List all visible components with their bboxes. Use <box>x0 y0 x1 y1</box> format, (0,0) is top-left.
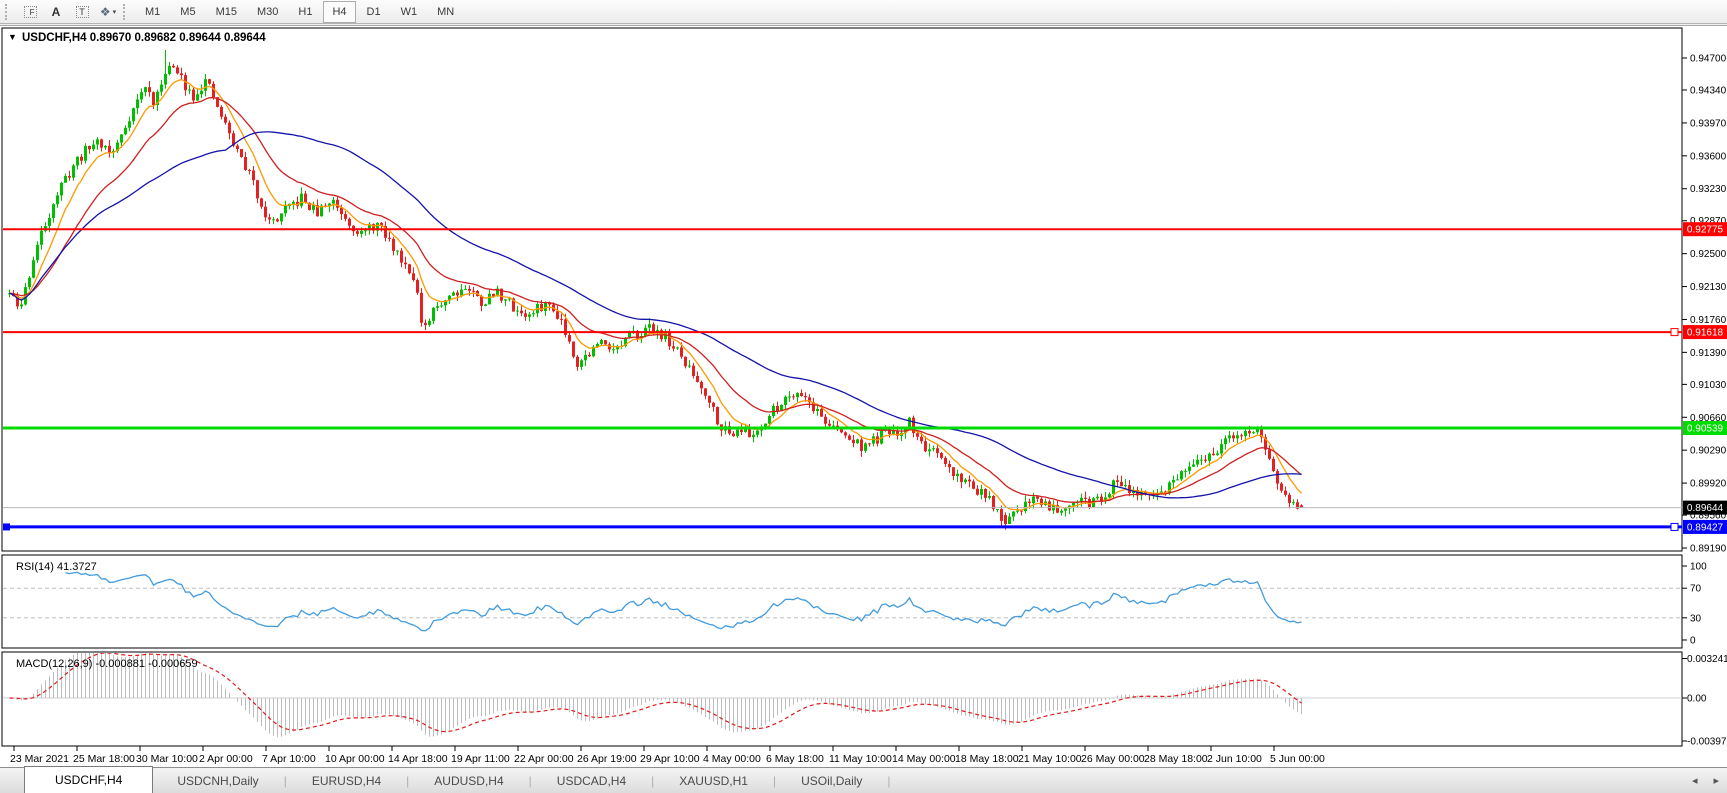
price-tick-label: 0.90290 <box>1690 446 1727 457</box>
date-tick-label: 26 Apr 19:00 <box>577 753 637 765</box>
rsi-tick-label: 30 <box>1690 613 1702 624</box>
macd-tick-label: -0.003976 <box>1687 737 1727 748</box>
hline-support-blue-handle[interactable] <box>1671 523 1678 530</box>
date-tick-label: 19 Apr 11:00 <box>451 753 510 765</box>
tab-usdcnh-daily[interactable]: USDCNH,Daily <box>153 770 282 792</box>
price-flag-current-label: 0.89644 <box>1687 503 1724 514</box>
chart-canvas[interactable]: 0.947000.943400.939700.936000.932300.928… <box>0 0 1727 793</box>
price-tick-label: 0.89920 <box>1690 479 1727 490</box>
price-tick-label: 0.92130 <box>1690 282 1727 293</box>
tab-usdchf-h4[interactable]: USDCHF,H4 <box>24 766 153 793</box>
date-tick-label: 23 Mar 2021 <box>10 753 69 765</box>
tab-separator: | <box>406 774 409 788</box>
tab-eurusd-h4[interactable]: EURUSD,H4 <box>288 770 405 792</box>
tab-scroll-right-icon[interactable]: ▸ <box>1713 774 1719 787</box>
date-tick-label: 11 May 10:00 <box>829 753 892 765</box>
price-flag-resistance-2-label: 0.91618 <box>1687 328 1724 339</box>
tab-separator: | <box>284 774 287 788</box>
price-tick-label: 0.93600 <box>1690 151 1727 162</box>
macd-label: MACD(12,26,9) -0.000881 -0.000659 <box>16 658 198 670</box>
date-tick-label: 7 Apr 10:00 <box>262 753 316 765</box>
tab-usoil-daily[interactable]: USOil,Daily <box>777 770 886 792</box>
rsi-tick-label: 70 <box>1690 584 1702 595</box>
tab-separator: | <box>651 774 654 788</box>
date-tick-label: 5 Jun 00:00 <box>1270 753 1325 765</box>
tab-scroll-arrows: ◂▸ <box>1692 774 1719 787</box>
price-tick-label: 0.91760 <box>1690 315 1727 326</box>
rsi-tick-label: 0 <box>1690 636 1696 647</box>
chart-collapse-icon[interactable]: ▼ <box>8 32 17 42</box>
date-tick-label: 22 Apr 00:00 <box>514 753 574 765</box>
tab-separator: | <box>887 774 890 788</box>
tab-scroll-left-icon[interactable]: ◂ <box>1692 774 1698 787</box>
price-tick-label: 0.94340 <box>1690 86 1727 97</box>
price-tick-label: 0.93970 <box>1690 118 1727 129</box>
tab-usdcad-h4[interactable]: USDCAD,H4 <box>533 770 650 792</box>
date-tick-label: 2 Jun 10:00 <box>1207 753 1262 765</box>
date-tick-label: 21 May 10:00 <box>1018 753 1082 765</box>
date-tick-label: 14 Apr 18:00 <box>388 753 448 765</box>
tab-separator: | <box>773 774 776 788</box>
chart-tabbar: USDCHF,H4USDCNH,Daily|EURUSD,H4|AUDUSD,H… <box>0 767 1727 793</box>
price-flag-support-blue-label: 0.89427 <box>1687 522 1724 533</box>
date-tick-label: 28 May 18:00 <box>1144 753 1208 765</box>
price-flag-support-green-label: 0.90539 <box>1687 424 1724 435</box>
date-tick-label: 25 Mar 18:00 <box>73 753 135 765</box>
hline-support-blue-anchor[interactable] <box>3 523 10 530</box>
chart-title: USDCHF,H4 0.89670 0.89682 0.89644 0.8964… <box>22 32 266 44</box>
price-tick-label: 0.89190 <box>1690 544 1727 555</box>
price-tick-label: 0.91390 <box>1690 348 1727 359</box>
date-tick-label: 4 May 00:00 <box>703 753 761 765</box>
date-tick-label: 14 May 00:00 <box>892 753 956 765</box>
tab-xauusd-h1[interactable]: XAUUSD,H1 <box>655 770 772 792</box>
date-tick-label: 10 Apr 00:00 <box>325 753 385 765</box>
rsi-label: RSI(14) 41.3727 <box>16 561 97 573</box>
date-tick-label: 2 Apr 00:00 <box>199 753 253 765</box>
pane-price[interactable] <box>2 28 1682 551</box>
tab-audusd-h4[interactable]: AUDUSD,H4 <box>410 770 527 792</box>
date-tick-label: 26 May 00:00 <box>1081 753 1145 765</box>
macd-tick-label: 0.00 <box>1687 694 1707 705</box>
price-tick-label: 0.92500 <box>1690 249 1727 260</box>
price-flag-resistance-1-label: 0.92775 <box>1687 225 1724 236</box>
price-tick-label: 0.91030 <box>1690 380 1727 391</box>
rsi-tick-label: 100 <box>1690 562 1707 573</box>
price-tick-label: 0.94700 <box>1690 54 1727 65</box>
date-tick-label: 6 May 18:00 <box>766 753 824 765</box>
pane-rsi[interactable] <box>2 555 1682 648</box>
date-tick-label: 29 Apr 10:00 <box>640 753 700 765</box>
macd-tick-label: 0.003241 <box>1687 654 1727 665</box>
hline-resistance-2-handle[interactable] <box>1671 329 1678 336</box>
date-tick-label: 30 Mar 10:00 <box>136 753 198 765</box>
tab-separator: | <box>529 774 532 788</box>
date-tick-label: 18 May 18:00 <box>955 753 1019 765</box>
price-tick-label: 0.93230 <box>1690 184 1727 195</box>
